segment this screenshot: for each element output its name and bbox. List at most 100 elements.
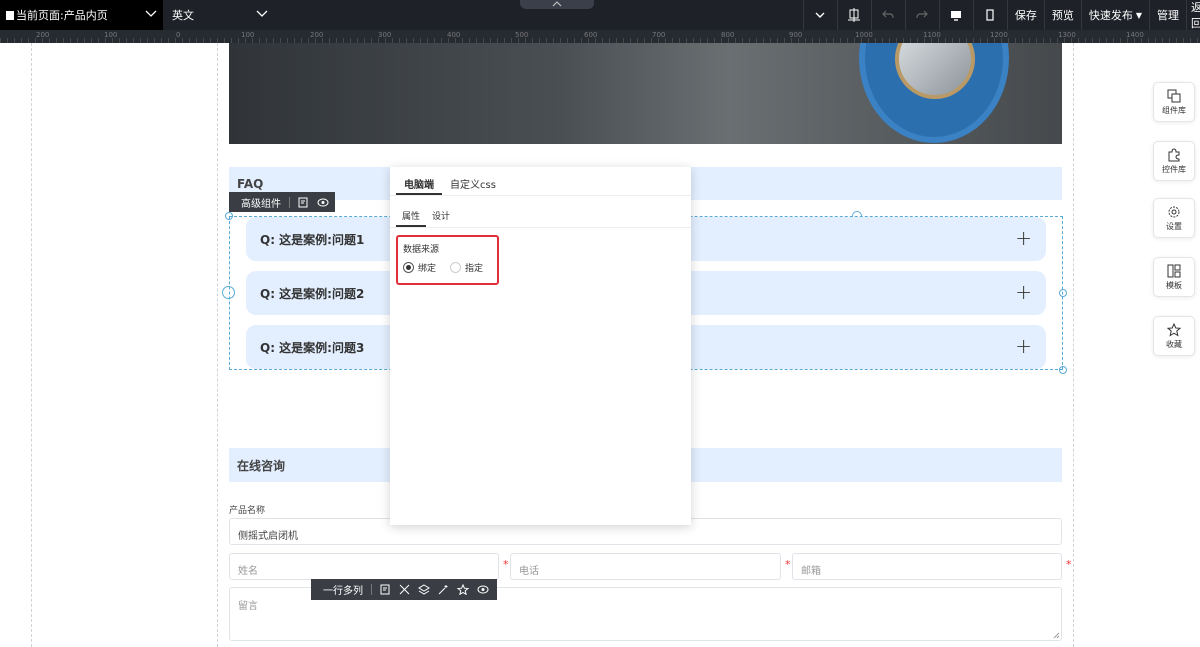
radio-unselected-icon [450, 262, 461, 273]
back-button[interactable]: 返回 [1186, 0, 1200, 30]
ruler-number: 600 [584, 31, 598, 39]
ruler-number: 100 [104, 31, 118, 39]
datasource-label: 数据来源 [403, 245, 440, 255]
ruler-number: 1400 [1126, 31, 1144, 39]
chevron-down-icon [256, 10, 268, 17]
tools-icon[interactable] [399, 584, 410, 595]
ruler-number: 700 [652, 31, 666, 39]
ruler-number: 500 [515, 31, 529, 39]
tab-properties[interactable]: 属性 [396, 198, 427, 227]
magic-icon[interactable] [438, 584, 449, 595]
phone-field[interactable]: 电话 [510, 553, 781, 580]
tab-design[interactable]: 设计 [426, 198, 456, 227]
plus-icon[interactable]: + [1015, 282, 1032, 302]
tab-custom-css[interactable]: 自定义css [442, 167, 504, 195]
layers-icon[interactable] [418, 584, 430, 595]
puzzle-icon [1168, 147, 1180, 161]
page-select-label: 当前页面:产品内页 [16, 9, 108, 22]
save-button[interactable]: 保存 [1006, 0, 1044, 30]
preview-button[interactable]: 预览 [1043, 0, 1081, 30]
ruler-number: 200 [310, 31, 324, 39]
ruler-number: 900 [789, 31, 803, 39]
ruler-number: 1200 [990, 31, 1008, 39]
templates-button[interactable]: 模板 [1153, 257, 1195, 297]
divider [289, 196, 290, 208]
language-select[interactable]: 英文 [166, 0, 274, 30]
chevron-up-icon [552, 1, 562, 7]
radio-specify-label: 指定 [465, 264, 484, 274]
settings-button[interactable]: 设置 [1153, 198, 1195, 238]
star-icon[interactable] [457, 584, 469, 595]
desktop-view-icon[interactable] [938, 0, 973, 30]
widget-library-button[interactable]: 控件库 [1153, 141, 1195, 181]
email-field[interactable]: 邮箱 [792, 553, 1062, 580]
radio-selected-icon [403, 262, 414, 273]
product-name-label: 产品名称 [229, 506, 266, 516]
expand-down-icon[interactable] [802, 0, 837, 30]
faq-question: Q: 这是案例:问题3 [260, 341, 365, 355]
radio-specify[interactable]: 指定 [450, 261, 483, 274]
radio-bind-label: 绑定 [418, 264, 437, 274]
top-toolbar: 当前页面:产品内页 英文 保存 预览 快速发布 ▼ 管理 返回 [0, 0, 1200, 30]
advanced-component-label: 高级组件 [241, 198, 281, 210]
plus-icon[interactable]: + [1015, 336, 1032, 356]
product-banner-image[interactable] [229, 43, 1062, 144]
property-tabs: 属性 设计 [390, 198, 691, 228]
property-panel: 电脑端 自定义css 属性 设计 数据来源 绑定 指定 [390, 167, 691, 525]
horizontal-ruler[interactable]: 200 100 0 100 200 300 400 500 600 700 80… [0, 30, 1200, 43]
eye-icon[interactable] [317, 198, 329, 207]
star-icon [1167, 322, 1181, 337]
edit-icon[interactable] [380, 584, 391, 595]
templates-label: 模板 [1166, 280, 1182, 290]
faq-question: Q: 这是案例:问题2 [260, 287, 365, 301]
canvas-guide [31, 43, 32, 647]
faq-question: Q: 这是案例:问题1 [260, 233, 365, 247]
gear-icon [1168, 206, 1180, 217]
ruler-number: 200 [36, 31, 50, 39]
eye-icon[interactable] [477, 585, 489, 594]
ruler-number: 400 [447, 31, 461, 39]
collapse-toolbar-tab[interactable] [520, 0, 594, 9]
settings-label: 设置 [1166, 221, 1182, 231]
row-columns-label: 一行多列 [323, 586, 363, 597]
quick-publish-button[interactable]: 快速发布 ▼ [1080, 0, 1149, 30]
tab-desktop[interactable]: 电脑端 [396, 167, 442, 195]
ruler-number: 100 [241, 31, 255, 39]
required-mark: * [503, 558, 509, 571]
mobile-view-icon[interactable] [972, 0, 1007, 30]
advanced-component-toolbar: 高级组件 [229, 192, 335, 212]
favorites-button[interactable]: 收藏 [1153, 316, 1195, 356]
plus-icon[interactable]: + [1015, 228, 1032, 248]
copy-icon [1167, 89, 1181, 102]
required-mark: * [785, 558, 791, 571]
component-library-label: 组件库 [1162, 105, 1186, 115]
canvas-guide [217, 43, 218, 647]
ruler-number: 1300 [1058, 31, 1076, 39]
align-icon[interactable] [836, 0, 871, 30]
caret-down-icon: ▼ [1135, 10, 1142, 20]
required-mark: * [1066, 558, 1072, 571]
widget-library-label: 控件库 [1162, 164, 1186, 174]
radio-bind[interactable]: 绑定 [403, 261, 436, 274]
template-icon [1167, 264, 1181, 277]
name-field[interactable]: 姓名 [229, 553, 499, 580]
redo-icon[interactable] [904, 0, 939, 30]
resize-grip-icon[interactable] [1053, 632, 1060, 639]
favorites-label: 收藏 [1166, 339, 1182, 349]
ruler-number: 0 [176, 31, 181, 39]
canvas-guide [1073, 43, 1074, 647]
component-library-button[interactable]: 组件库 [1153, 82, 1195, 122]
valve-image [859, 43, 1009, 143]
manage-button[interactable]: 管理 [1149, 0, 1186, 30]
device-tabs: 电脑端 自定义css [390, 167, 691, 196]
ruler-number: 800 [721, 31, 735, 39]
datasource-group: 数据来源 绑定 指定 [396, 235, 499, 285]
edit-icon[interactable] [298, 197, 309, 208]
page-icon [6, 10, 14, 20]
ruler-number: 1000 [855, 31, 873, 39]
undo-icon[interactable] [870, 0, 905, 30]
page-select[interactable]: 当前页面:产品内页 [0, 0, 163, 30]
divider [371, 584, 372, 595]
ruler-number: 1100 [923, 31, 941, 39]
chevron-down-icon [145, 10, 157, 17]
